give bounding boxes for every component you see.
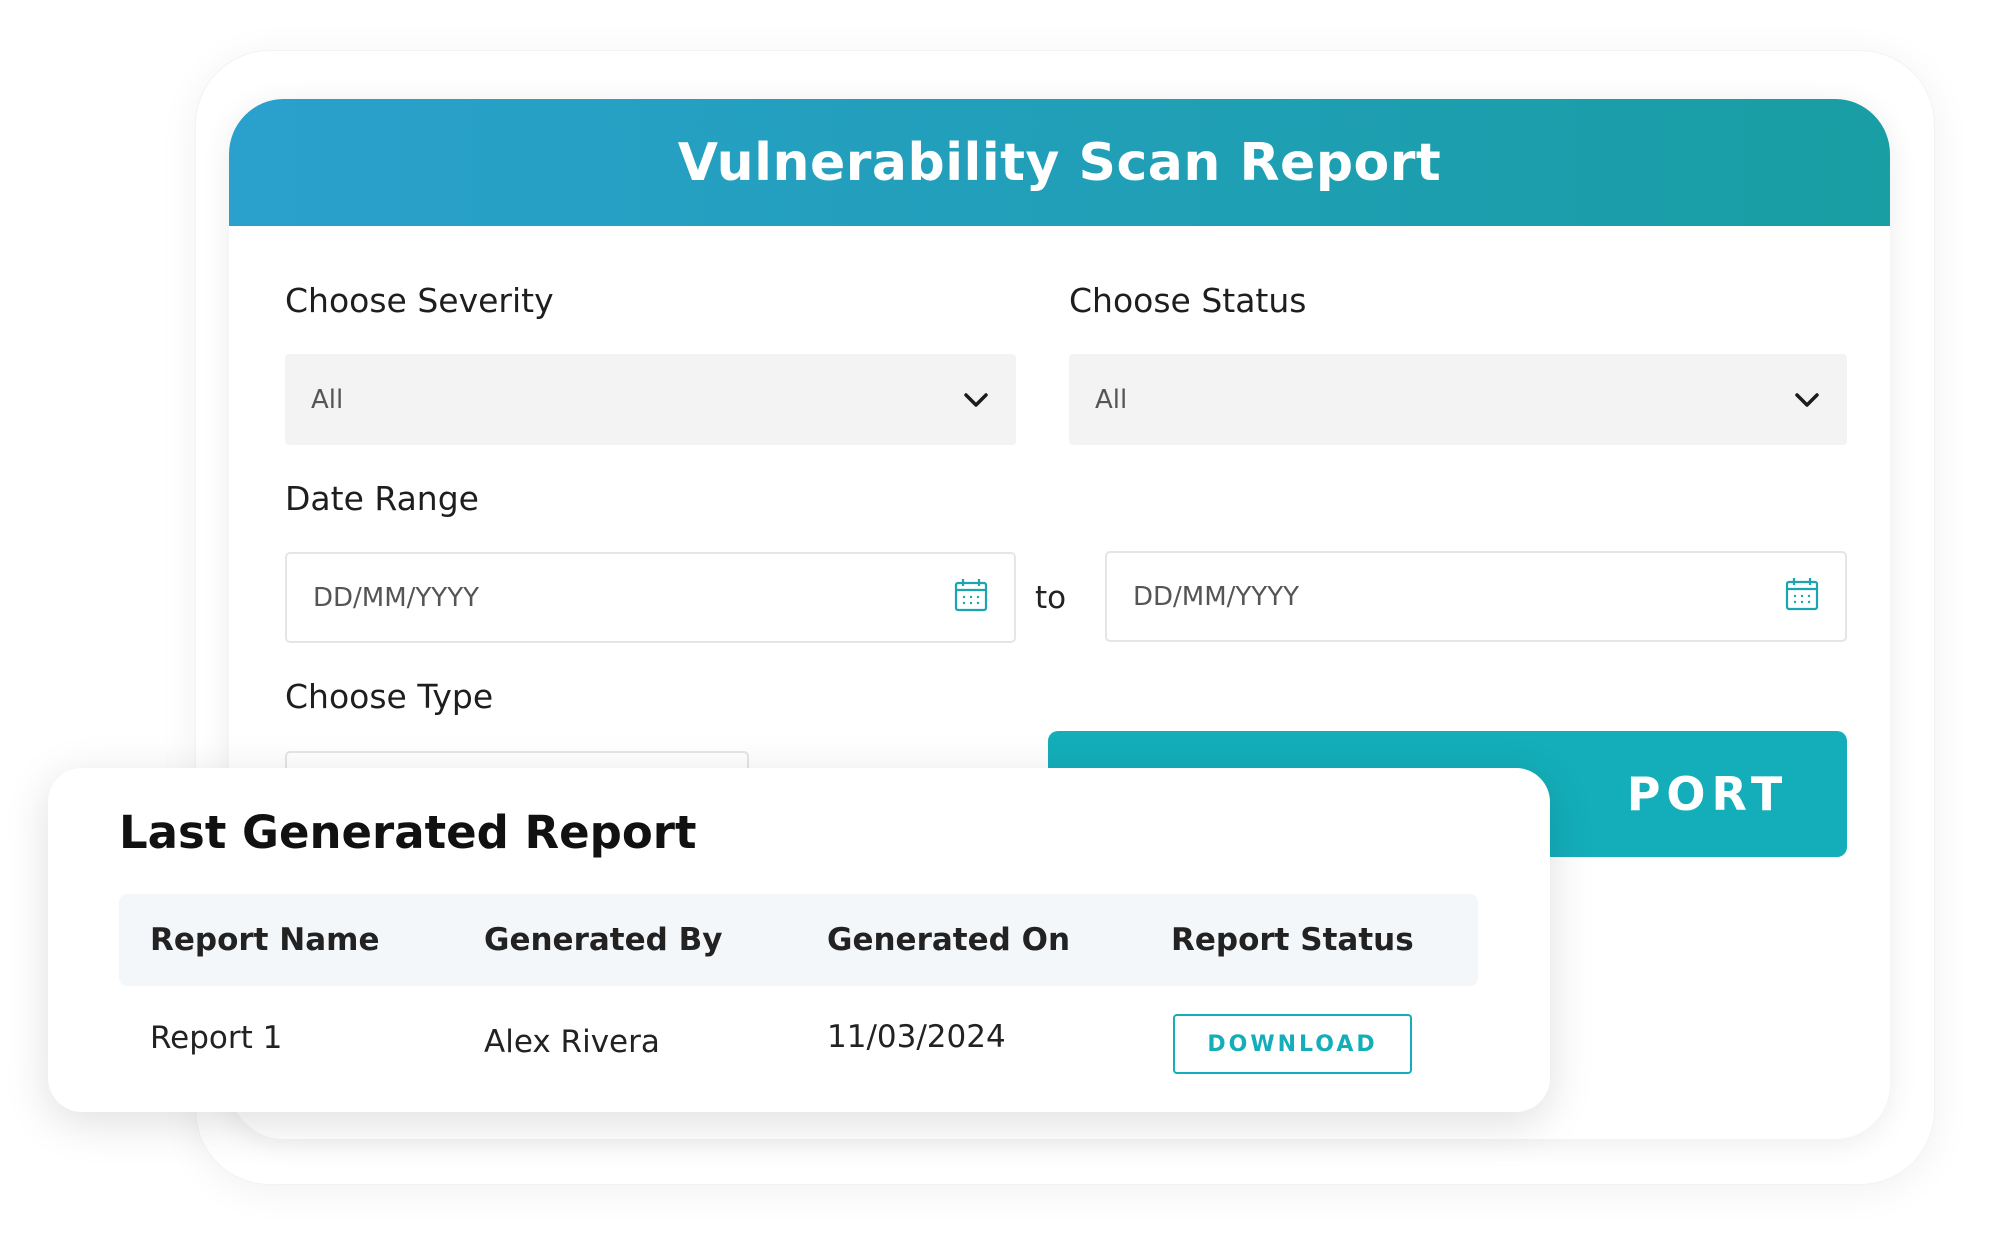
cell-report-name: Report 1: [150, 1020, 283, 1056]
column-header-report-status: Report Status: [1171, 922, 1414, 958]
calendar-icon[interactable]: [1785, 577, 1819, 616]
column-header-generated-by: Generated By: [484, 922, 723, 958]
column-header-report-name: Report Name: [150, 922, 380, 958]
date-to-placeholder: DD/MM/YYYY: [1133, 581, 1299, 612]
stage: Vulnerability Scan Report Choose Severit…: [0, 0, 2000, 1256]
date-range-label: Date Range: [285, 479, 479, 518]
last-report-title: Last Generated Report: [119, 806, 697, 859]
card-header: Vulnerability Scan Report: [229, 99, 1890, 226]
calendar-icon[interactable]: [954, 578, 988, 617]
cell-generated-by: Alex Rivera: [484, 1024, 660, 1060]
download-label: DOWNLOAD: [1207, 1031, 1378, 1057]
status-select-value: All: [1095, 384, 1128, 415]
severity-label: Choose Severity: [285, 281, 554, 320]
column-header-generated-on: Generated On: [827, 922, 1071, 958]
date-from-placeholder: DD/MM/YYYY: [313, 582, 479, 613]
last-generated-report-card: Last Generated Report Report Name Genera…: [48, 768, 1550, 1112]
page-title: Vulnerability Scan Report: [677, 132, 1442, 193]
chevron-down-icon: [962, 386, 990, 414]
table-header: Report Name Generated By Generated On Re…: [119, 894, 1478, 986]
status-select[interactable]: All: [1069, 354, 1847, 445]
date-range-to-text: to: [1035, 580, 1067, 616]
download-button[interactable]: DOWNLOAD: [1173, 1014, 1412, 1074]
date-to-input[interactable]: DD/MM/YYYY: [1105, 551, 1847, 642]
type-label: Choose Type: [285, 677, 494, 716]
severity-select-value: All: [311, 384, 344, 415]
date-from-input[interactable]: DD/MM/YYYY: [285, 552, 1016, 643]
status-label: Choose Status: [1069, 281, 1307, 320]
cell-generated-on: 11/03/2024: [827, 1019, 1006, 1055]
severity-select[interactable]: All: [285, 354, 1016, 445]
generate-report-label: PORT: [1626, 767, 1789, 821]
chevron-down-icon: [1793, 386, 1821, 414]
